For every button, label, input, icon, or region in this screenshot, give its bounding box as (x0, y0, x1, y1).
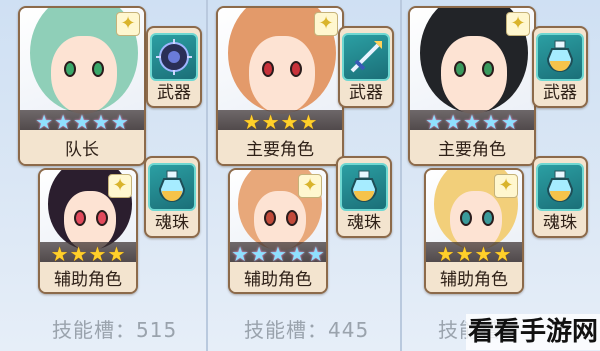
main-character-1-face (50, 35, 118, 114)
support-character-1-card[interactable]: ✦ ★ ★ ★ ★ 辅助角色 (38, 168, 138, 294)
soul-orb-slot-3-label: 魂珠 (543, 213, 577, 233)
spiked-orb-icon (150, 33, 198, 81)
weapon-slot-3-label: 武器 (543, 83, 577, 103)
main-character-2-portrait: ✦ ★ ★ ★ ★ (218, 8, 342, 134)
main-character-3-role-label: 主要角色 (410, 130, 534, 164)
star-icon: ★ (287, 242, 306, 266)
main-character-2-role-label: 主要角色 (218, 130, 342, 164)
column-divider-1 (206, 0, 208, 351)
star-icon: ★ (436, 242, 455, 266)
skill-slot-count-2: 技能槽：445 (244, 318, 370, 342)
star-icon: ★ (54, 110, 73, 134)
star-icon: ★ (306, 242, 325, 266)
weapon-slot-2-label: 武器 (349, 83, 383, 103)
sparkle-icon: ✦ (108, 174, 132, 198)
sparkle-icon: ✦ (506, 12, 530, 36)
star-icon: ★ (299, 110, 318, 134)
star-icon: ★ (88, 242, 107, 266)
weapon-slot-1[interactable]: 武器 (146, 26, 202, 108)
weapon-slot-2[interactable]: 武器 (338, 26, 394, 108)
star-icon: ★ (463, 110, 481, 134)
star-icon: ★ (35, 110, 54, 134)
sparkle-icon: ✦ (116, 12, 140, 36)
sparkle-icon: ✦ (298, 174, 322, 198)
weapon-slot-3[interactable]: 武器 (532, 26, 588, 108)
star-icon: ★ (481, 110, 500, 134)
star-icon: ★ (110, 110, 129, 134)
main-character-2-card[interactable]: ✦ ★ ★ ★ ★ 主要角色 (216, 6, 344, 166)
star-icon: ★ (73, 110, 91, 134)
star-icon: ★ (500, 110, 519, 134)
star-icon: ★ (231, 242, 250, 266)
main-character-3-card[interactable]: ✦ ★ ★ ★ ★ ★ 主要角色 (408, 6, 536, 166)
star-icon: ★ (69, 242, 88, 266)
soul-orb-slot-2-label: 魂珠 (347, 213, 381, 233)
star-icon: ★ (91, 110, 110, 134)
sword-icon (342, 33, 390, 81)
skill-slot-count-1: 技能槽：515 (52, 318, 178, 342)
main-character-3-portrait: ✦ ★ ★ ★ ★ ★ (410, 8, 534, 134)
star-icon: ★ (455, 242, 474, 266)
main-character-3-face (440, 35, 508, 114)
main-character-2-right-eye (289, 60, 302, 77)
potion-icon (340, 163, 388, 211)
main-character-1-portrait: ✦ ★ ★ ★ ★ ★ (20, 8, 144, 134)
support-character-2-card[interactable]: ✦ ★ ★ ★ ★ ★ 辅助角色 (228, 168, 328, 294)
main-character-1-card[interactable]: ✦ ★ ★ ★ ★ ★ 队长 (18, 6, 146, 166)
star-icon: ★ (50, 242, 69, 266)
star-icon: ★ (250, 242, 269, 266)
main-character-1-role-label: 队长 (20, 130, 144, 164)
main-character-3-right-eye (481, 60, 494, 77)
watermark-logo: 看看手游网 (466, 314, 600, 350)
support-character-3-card[interactable]: ✦ ★ ★ ★ ★ 辅助角色 (424, 168, 524, 294)
sparkle-icon: ✦ (314, 12, 338, 36)
star-icon: ★ (269, 242, 287, 266)
support-character-3-portrait: ✦ ★ ★ ★ ★ (426, 170, 522, 266)
weapon-slot-1-label: 武器 (157, 83, 191, 103)
support-character-2-role-label: 辅助角色 (230, 262, 326, 292)
potion-icon (148, 163, 196, 211)
main-character-1-right-eye (91, 60, 104, 77)
potion-icon (536, 33, 584, 81)
support-character-1-portrait: ✦ ★ ★ ★ ★ (40, 170, 136, 266)
sparkle-icon: ✦ (494, 174, 518, 198)
star-icon: ★ (261, 110, 280, 134)
main-character-2-face (248, 35, 316, 114)
main-character-3-left-eye (453, 60, 466, 77)
soul-orb-slot-1[interactable]: 魂珠 (144, 156, 200, 238)
star-icon: ★ (493, 242, 512, 266)
star-icon: ★ (474, 242, 493, 266)
star-icon: ★ (107, 242, 126, 266)
star-icon: ★ (280, 110, 299, 134)
main-character-2-left-eye (261, 60, 274, 77)
potion-icon (536, 163, 584, 211)
support-character-1-role-label: 辅助角色 (40, 262, 136, 292)
main-character-1-left-eye (63, 60, 76, 77)
support-character-2-portrait: ✦ ★ ★ ★ ★ ★ (230, 170, 326, 266)
star-icon: ★ (242, 110, 261, 134)
column-divider-2 (400, 0, 402, 351)
soul-orb-slot-2[interactable]: 魂珠 (336, 156, 392, 238)
star-icon: ★ (425, 110, 444, 134)
support-character-3-role-label: 辅助角色 (426, 262, 522, 292)
star-icon: ★ (444, 110, 463, 134)
soul-orb-slot-1-label: 魂珠 (155, 213, 189, 233)
soul-orb-slot-3[interactable]: 魂珠 (532, 156, 588, 238)
